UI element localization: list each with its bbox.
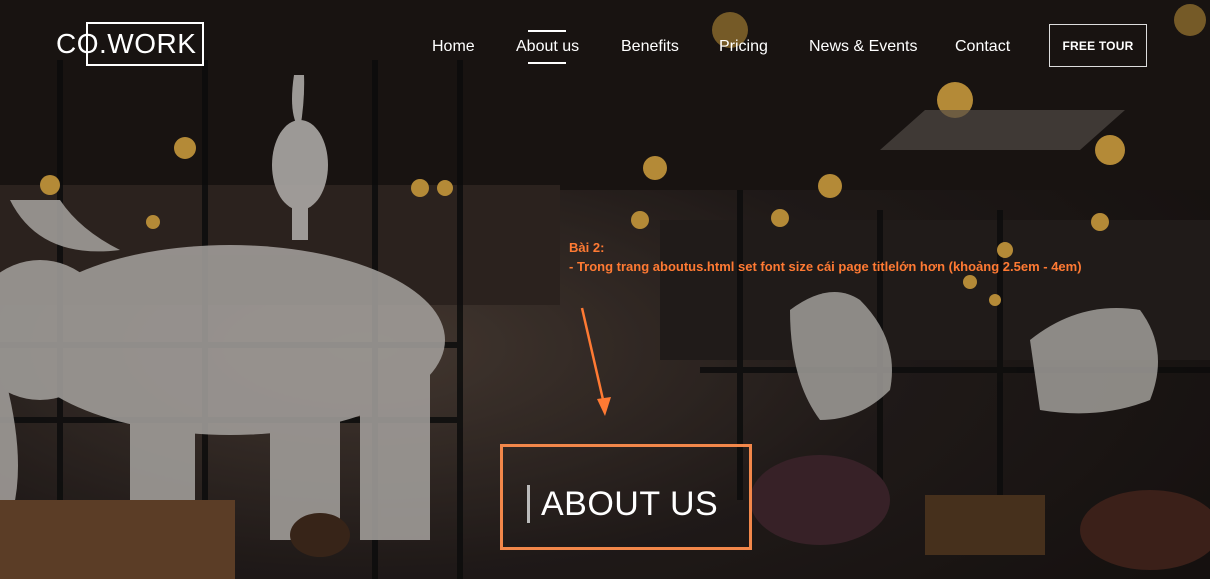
page-title: ABOUT US	[541, 485, 719, 523]
annotation-note: Bài 2: - Trong trang aboutus.html set fo…	[569, 238, 1082, 276]
nav-item-news-events[interactable]: News & Events	[809, 38, 917, 56]
nav-item-home[interactable]: Home	[432, 38, 475, 56]
nav-item-contact[interactable]: Contact	[955, 38, 1010, 56]
brand-logo[interactable]: CO.WORK	[56, 22, 206, 68]
nav-item-about-us[interactable]: About us	[516, 38, 579, 56]
nav-item-benefits[interactable]: Benefits	[621, 38, 679, 56]
annotation-text: - Trong trang aboutus.html set font size…	[569, 259, 1082, 274]
logo-text: CO.WORK	[56, 28, 197, 59]
free-tour-button[interactable]: FREE TOUR	[1049, 24, 1147, 67]
nav-item-pricing[interactable]: Pricing	[719, 38, 768, 56]
annotation-heading: Bài 2:	[569, 240, 605, 255]
title-accent-bar	[527, 485, 530, 523]
